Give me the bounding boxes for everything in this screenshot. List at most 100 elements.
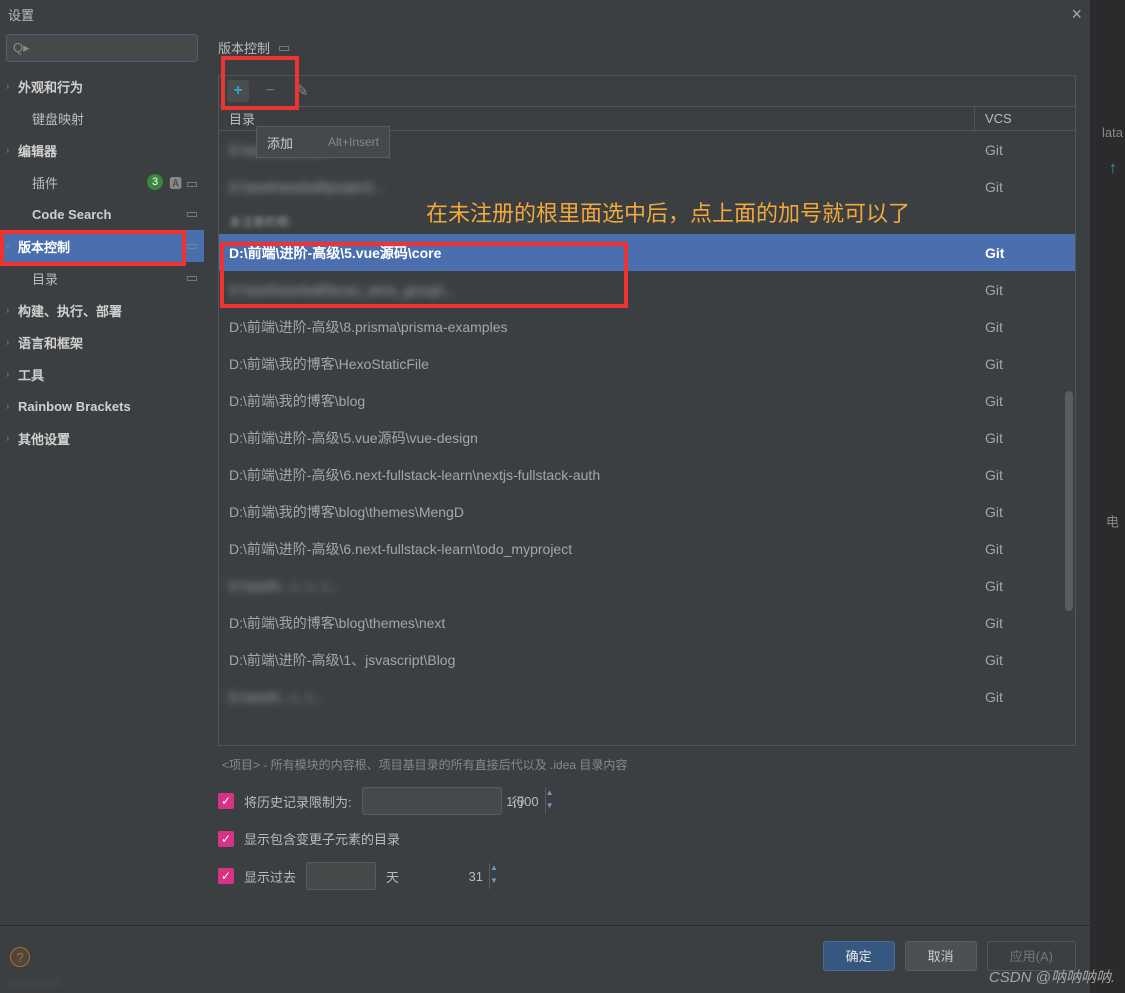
sidebar-item[interactable]: ›Rainbow Brackets xyxy=(0,390,204,422)
sidebar-item-label: 外观和行为 xyxy=(18,77,198,96)
chevron-right-icon: › xyxy=(6,81,18,92)
option-label: 显示过去 xyxy=(244,867,296,886)
cell-vcs: Git xyxy=(975,356,1075,372)
sidebar-item-label: 版本控制 xyxy=(18,237,186,256)
sidebar-item[interactable]: 插件3🅰 ▭ xyxy=(0,166,204,198)
cell-vcs: Git xyxy=(975,393,1075,409)
option-show-changed-dirs: ✓ 显示包含变更子元素的目录 xyxy=(218,829,1076,848)
spin-up-icon[interactable]: ▲ xyxy=(490,863,498,876)
annotation-text: 在未注册的根里面选中后，点上面的加号就可以了 xyxy=(426,196,910,228)
link-icon: ▭ xyxy=(186,206,198,222)
chevron-right-icon: › xyxy=(6,305,18,316)
link-icon: ▭ xyxy=(186,238,198,254)
table-row[interactable]: D:\前端\进阶-高级\6.next-fullstack-learn\todo_… xyxy=(219,530,1075,567)
table-row[interactable]: D:\前端\进阶-高级\6.next-fullstack-learn\nextj… xyxy=(219,456,1075,493)
table-row[interactable]: D:\前端\我的博客\HexoStaticFileGit xyxy=(219,345,1075,382)
remove-button[interactable]: − xyxy=(259,80,281,102)
chevron-right-icon: › xyxy=(6,241,18,252)
vcs-toolbar: + − ✎ xyxy=(218,75,1076,106)
table-row[interactable]: D:\前端\进阶-高级\5.vue源码\coreGit xyxy=(219,234,1075,271)
chevron-right-icon: › xyxy=(6,401,18,412)
bottom-blur-text: ... ... ... ... xyxy=(10,971,730,989)
cell-vcs: Git xyxy=(975,430,1075,446)
option-label: 将历史记录限制为: xyxy=(244,792,352,811)
checkbox-history[interactable]: ✓ xyxy=(218,793,234,809)
cell-vcs: Git xyxy=(975,578,1075,594)
add-tooltip: 添加 Alt+Insert xyxy=(256,126,390,158)
sidebar-item[interactable]: Code Search▭ xyxy=(0,198,204,230)
sidebar-item[interactable]: 目录▭ xyxy=(0,262,204,294)
sidebar-item[interactable]: ›外观和行为 xyxy=(0,70,204,102)
cell-vcs: Git xyxy=(975,615,1075,631)
sidebar-item[interactable]: ›工具 xyxy=(0,358,204,390)
add-button[interactable]: + xyxy=(227,80,249,102)
badge: 3 xyxy=(147,174,163,190)
sidebar-item-label: 工具 xyxy=(18,365,198,384)
days-input[interactable]: ▲▼ xyxy=(306,862,376,890)
column-vcs[interactable]: VCS xyxy=(975,107,1075,130)
titlebar: 设置 × xyxy=(0,0,1090,28)
edit-button[interactable]: ✎ xyxy=(291,80,313,102)
table-row[interactable]: D:\work\...\...\...\...Git xyxy=(219,567,1075,604)
cell-path: D:\前端\进阶-高级\6.next-fullstack-learn\todo_… xyxy=(219,539,975,559)
cell-path: D:\前端\我的博客\blog\themes\MengD xyxy=(219,502,975,522)
cell-vcs: Git xyxy=(975,467,1075,483)
sidebar-item[interactable]: ›语言和框架 xyxy=(0,326,204,358)
option-suffix: 天 xyxy=(386,867,399,886)
cancel-button[interactable]: 取消 xyxy=(905,941,977,971)
cell-path: D:\work\workall\project\... xyxy=(219,179,975,195)
settings-main-panel: 版本控制 ▭ + − ✎ 目录 VCS D:\work\workall\...G… xyxy=(204,28,1090,925)
plugin-icons: 🅰 ▭ xyxy=(169,173,198,192)
chevron-right-icon: › xyxy=(6,145,18,156)
sidebar-item[interactable]: ›编辑器 xyxy=(0,134,204,166)
cell-vcs: Git xyxy=(975,142,1075,158)
table-row[interactable]: D:\前端\我的博客\blog\themes\nextGit xyxy=(219,604,1075,641)
option-label: 显示包含变更子元素的目录 xyxy=(244,829,400,848)
table-row[interactable]: D:\前端\我的博客\blogGit xyxy=(219,382,1075,419)
scrollbar[interactable] xyxy=(1065,391,1073,611)
checkbox-changed[interactable]: ✓ xyxy=(218,831,234,847)
sidebar-item-label: 目录 xyxy=(32,269,186,288)
table-row[interactable]: D:\前端\进阶-高级\8.prisma\prisma-examplesGit xyxy=(219,308,1075,345)
settings-dialog: 设置 × Q▸ ›外观和行为键盘映射›编辑器插件3🅰 ▭Code Search▭… xyxy=(0,0,1090,985)
history-limit-input[interactable]: ▲▼ xyxy=(362,787,502,815)
option-suffix: 行 xyxy=(512,792,525,811)
gutter-text: lata xyxy=(1102,125,1123,140)
window-title: 设置 xyxy=(8,5,34,24)
checkbox-past[interactable]: ✓ xyxy=(218,868,234,884)
spin-down-icon[interactable]: ▼ xyxy=(490,876,498,889)
cell-path: D:\work\workall\lscas_wms_group\... xyxy=(219,282,975,298)
cell-path: D:\前端\进阶-高级\6.next-fullstack-learn\nextj… xyxy=(219,465,975,485)
chevron-right-icon: › xyxy=(6,369,18,380)
cell-path: D:\前端\我的博客\HexoStaticFile xyxy=(219,354,975,374)
cell-path: D:\work\...\...\...\... xyxy=(219,578,975,594)
sidebar-item[interactable]: 键盘映射 xyxy=(0,102,204,134)
chevron-right-icon: › xyxy=(6,433,18,444)
gutter-label: 电 xyxy=(1102,515,1121,528)
sidebar-item[interactable]: ›其他设置 xyxy=(0,422,204,454)
sidebar-item[interactable]: ›构建、执行、部署 xyxy=(0,294,204,326)
ok-button[interactable]: 确定 xyxy=(823,941,895,971)
spin-up-icon[interactable]: ▲ xyxy=(546,788,554,801)
cell-path: D:\前端\进阶-高级\1、jsvascript\Blog xyxy=(219,650,975,670)
cell-path: D:\前端\进阶-高级\8.prisma\prisma-examples xyxy=(219,317,975,337)
spin-down-icon[interactable]: ▼ xyxy=(546,801,554,814)
option-show-past: ✓ 显示过去 ▲▼ 天 xyxy=(218,862,1076,890)
tooltip-label: 添加 xyxy=(267,133,293,152)
table-row[interactable]: D:\前端\进阶-高级\5.vue源码\vue-designGit xyxy=(219,419,1075,456)
table-row[interactable]: D:\前端\进阶-高级\1、jsvascript\BlogGit xyxy=(219,641,1075,678)
help-icon[interactable]: ? xyxy=(10,947,30,967)
tooltip-shortcut: Alt+Insert xyxy=(328,135,379,149)
editor-gutter-strip: lata ↑ 电 xyxy=(1090,0,1125,993)
sidebar-item[interactable]: ›版本控制▭ xyxy=(0,230,204,262)
sidebar-item-label: 构建、执行、部署 xyxy=(18,301,198,320)
close-icon[interactable]: × xyxy=(1071,4,1082,25)
cell-path: D:\前端\进阶-高级\5.vue源码\vue-design xyxy=(219,428,975,448)
table-row[interactable]: D:\work\...\...\...Git xyxy=(219,678,1075,715)
table-row[interactable]: D:\work\workall\lscas_wms_group\...Git xyxy=(219,271,1075,308)
settings-sidebar: Q▸ ›外观和行为键盘映射›编辑器插件3🅰 ▭Code Search▭›版本控制… xyxy=(0,28,204,925)
sidebar-item-label: 其他设置 xyxy=(18,429,198,448)
cell-path: D:\前端\我的博客\blog\themes\next xyxy=(219,613,975,633)
table-row[interactable]: D:\前端\我的博客\blog\themes\MengDGit xyxy=(219,493,1075,530)
search-input[interactable]: Q▸ xyxy=(6,34,198,62)
